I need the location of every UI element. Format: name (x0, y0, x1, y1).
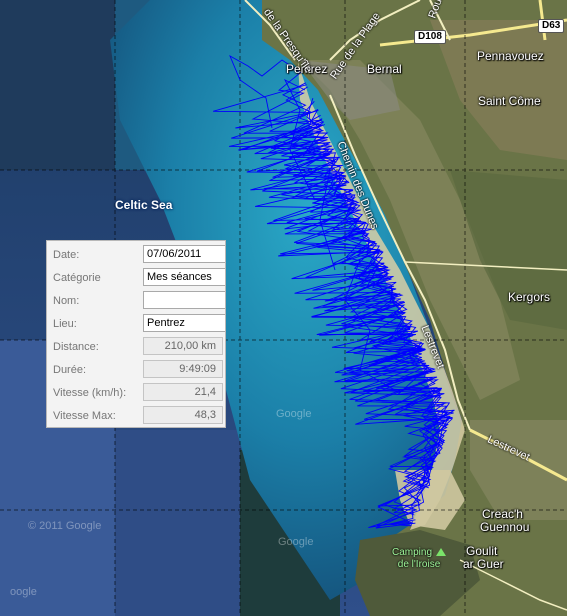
duration-label: Durée: (53, 364, 87, 376)
place-row: Lieu: Pentrez (47, 314, 225, 336)
duration-row: Durée: 9:49:09 (47, 360, 225, 382)
map-watermark: Google (276, 408, 312, 420)
place-label: Pennavouez (477, 49, 544, 63)
category-field[interactable]: Mes séances (143, 268, 225, 286)
place-label: Saint Côme (478, 94, 541, 108)
place-label: Kergors (508, 290, 551, 304)
speed-label: Vitesse (km/h): (53, 387, 127, 399)
map-watermark: © 2011 Google (28, 520, 102, 532)
place-label: Goulit (466, 544, 498, 558)
place-label: Guennou (480, 520, 530, 534)
max-speed-row: Vitesse Max: 48,3 (47, 406, 225, 427)
distance-field: 210,00 km (143, 337, 223, 355)
max-speed-field: 48,3 (143, 406, 223, 424)
place-label: ar Guer (463, 557, 504, 571)
date-field[interactable]: 07/06/2011 (143, 245, 225, 263)
speed-field: 21,4 (143, 383, 223, 401)
duration-field: 9:49:09 (143, 360, 223, 378)
camping-label-1: Camping (392, 547, 433, 558)
sea-label: Celtic Sea (115, 198, 173, 212)
road-badge: D108 (414, 30, 446, 44)
camping-label: Camping de l'Iroise (392, 547, 447, 571)
campsite-icon (436, 548, 447, 557)
map-watermark: oogle (10, 586, 37, 598)
place-label: Bernal (367, 62, 402, 76)
place-label: Lieu: (53, 318, 77, 330)
place-label: Creac'h (482, 507, 523, 521)
ocean-tile (115, 430, 240, 616)
max-speed-label: Vitesse Max: (53, 410, 116, 422)
map-watermark: Google (278, 536, 314, 548)
name-field[interactable] (143, 291, 225, 309)
date-label: Date: (53, 249, 80, 261)
date-row: Date: 07/06/2011 (47, 245, 225, 267)
road-badge: D63 (538, 19, 565, 33)
place-field[interactable]: Pentrez (143, 314, 225, 332)
category-row: Catégorie Mes séances (47, 268, 225, 290)
camping-label-2: de l'Iroise (397, 559, 441, 570)
speed-row: Vitesse (km/h): 21,4 (47, 383, 225, 405)
category-label: Catégorie (53, 272, 101, 284)
name-row: Nom: (47, 291, 225, 313)
name-label: Nom: (53, 295, 80, 307)
distance-label: Distance: (53, 341, 99, 353)
session-info-panel: Date: 07/06/2011 Catégorie Mes séances N… (46, 240, 226, 428)
distance-row: Distance: 210,00 km (47, 337, 225, 359)
ocean-tile (0, 0, 115, 170)
